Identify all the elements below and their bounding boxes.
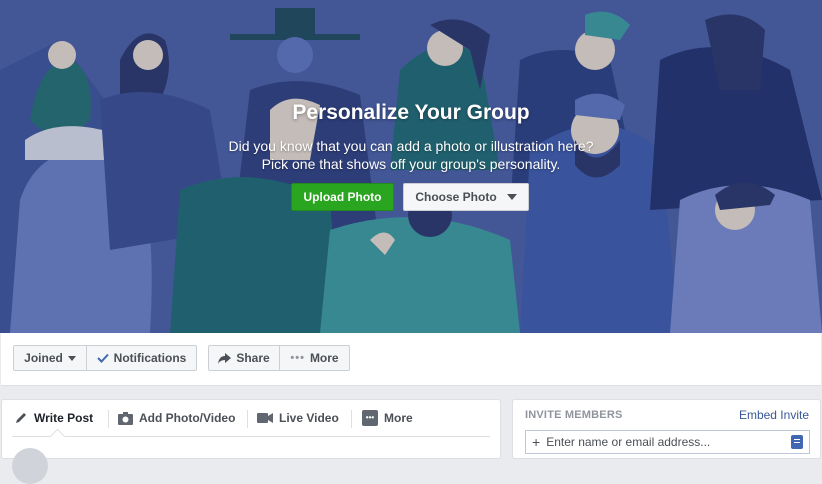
invite-member-input[interactable]: + Enter name or email address... <box>525 430 810 454</box>
group-action-bar: Joined Notifications Share ••• More <box>1 333 821 386</box>
cover-description-line1: Did you know that you can add a photo or… <box>228 138 594 154</box>
tab-divider <box>108 410 109 428</box>
avatar <box>12 448 48 484</box>
choose-photo-button[interactable]: Choose Photo <box>403 183 529 211</box>
video-camera-icon <box>257 413 273 423</box>
checkmark-icon <box>96 353 109 363</box>
tab-add-photo-video[interactable]: Add Photo/Video <box>118 408 235 428</box>
notifications-button[interactable]: Notifications <box>86 345 197 371</box>
tab-add-photo-video-label: Add Photo/Video <box>139 411 236 425</box>
share-button[interactable]: Share <box>208 345 280 371</box>
invite-members-panel: INVITE MEMBERS Embed Invite + Enter name… <box>512 399 821 459</box>
pencil-icon <box>16 413 26 423</box>
tab-live-video[interactable]: Live Video <box>257 408 339 428</box>
tab-divider <box>247 410 248 428</box>
camera-icon <box>118 411 133 425</box>
post-composer: Write Post Add Photo/Video Live Video ••… <box>1 399 501 484</box>
cover-description-line2: Pick one that shows off your group's per… <box>261 156 561 172</box>
joined-button[interactable]: Joined <box>13 345 87 371</box>
share-label: Share <box>236 351 270 365</box>
joined-label: Joined <box>24 351 63 365</box>
group-cover: Personalize Your Group Did you know that… <box>0 0 822 333</box>
active-tab-notch <box>49 428 66 445</box>
ellipsis-icon: ••• <box>290 352 305 364</box>
upload-photo-label: Upload Photo <box>303 190 382 204</box>
tab-divider <box>351 410 352 428</box>
composer-divider <box>12 436 490 437</box>
more-label: More <box>309 351 339 365</box>
contacts-icon[interactable] <box>791 435 803 449</box>
share-arrow-icon <box>218 352 232 364</box>
chevron-down-icon <box>506 194 517 200</box>
ellipsis-icon: ••• <box>362 410 378 426</box>
more-button[interactable]: ••• More <box>279 345 350 371</box>
choose-photo-label: Choose Photo <box>415 190 497 204</box>
embed-invite-link[interactable]: Embed Invite <box>739 408 809 422</box>
invite-placeholder: Enter name or email address... <box>546 435 711 449</box>
tab-live-video-label: Live Video <box>279 411 339 425</box>
chevron-down-icon <box>67 355 76 361</box>
notifications-label: Notifications <box>113 351 187 365</box>
cover-title: Personalize Your Group <box>292 101 530 124</box>
upload-photo-button[interactable]: Upload Photo <box>291 183 394 211</box>
invite-members-title: INVITE MEMBERS <box>525 409 623 421</box>
tab-more[interactable]: ••• More <box>362 408 413 428</box>
plus-icon: + <box>532 434 541 450</box>
tab-more-label: More <box>384 411 413 425</box>
tab-write-post[interactable]: Write Post <box>14 408 93 428</box>
tab-write-post-label: Write Post <box>34 411 94 425</box>
